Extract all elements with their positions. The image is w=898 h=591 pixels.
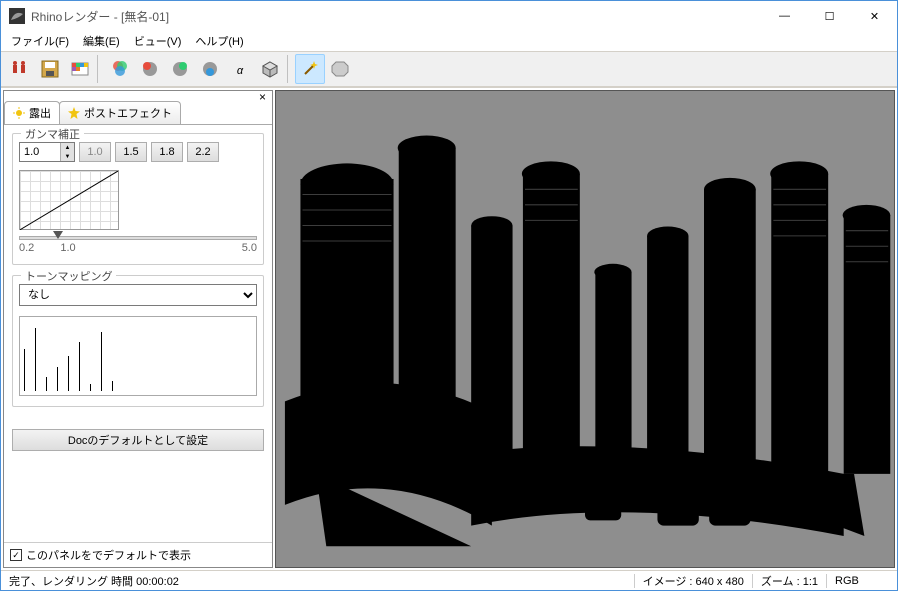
star-icon [68,107,80,119]
minimize-button[interactable]: — [762,1,807,31]
clone-icon[interactable] [5,54,35,84]
gamma-preset-2[interactable]: 1.5 [115,142,147,162]
gamma-legend: ガンマ補正 [21,126,84,142]
tab-posteffect-label: ポストエフェクト [84,105,172,121]
render-viewport[interactable] [275,90,895,568]
status-left: 完了、レンダリング 時間 00:00:02 [1,573,634,589]
save-icon[interactable] [35,54,65,84]
status-image-size: イメージ : 640 x 480 [635,573,752,589]
green-channel-icon[interactable] [165,54,195,84]
tab-exposure-label: 露出 [29,105,51,121]
slider-thumb-icon[interactable] [53,231,63,239]
panel-footer: ✓ このパネルをでデフォルトで表示 [4,542,272,567]
spin-down-icon[interactable]: ▼ [60,152,74,161]
side-panel: × 露出 ポストエフェクト ガンマ補正 ▲ ▼ [3,90,273,568]
toolbar: α [1,51,897,87]
footer-checkbox[interactable]: ✓ [10,549,22,561]
gamma-preset-3[interactable]: 1.8 [151,142,183,162]
menu-bar: ファイル(F) 編集(E) ビュー(V) ヘルプ(H) [1,31,897,51]
tonemap-select[interactable]: なし [19,284,257,306]
render-image [276,91,894,567]
status-bar: 完了、レンダリング 時間 00:00:02 イメージ : 640 x 480 ズ… [1,570,897,590]
save-default-button[interactable]: Docのデフォルトとして設定 [12,429,264,451]
alpha-icon[interactable]: α [225,54,255,84]
slider-min: 0.2 [19,242,34,254]
red-channel-icon[interactable] [135,54,165,84]
blue-channel-icon[interactable] [195,54,225,84]
close-button[interactable]: ✕ [852,1,897,31]
menu-view[interactable]: ビュー(V) [128,31,188,51]
svg-text:α: α [237,65,244,77]
tab-posteffect[interactable]: ポストエフェクト [59,101,181,124]
palette-icon[interactable] [65,54,95,84]
gamma-input[interactable] [20,143,60,161]
title-bar: Rhinoレンダー - [無名-01] — ☐ ✕ [1,1,897,31]
toolbar-separator [97,55,103,83]
rgb-icon[interactable] [105,54,135,84]
menu-edit[interactable]: 編集(E) [77,31,126,51]
gamma-curve [19,170,119,230]
app-icon [9,8,25,24]
window-title: Rhinoレンダー - [無名-01] [31,8,762,25]
tonemap-fieldset: トーンマッピング なし [12,275,264,407]
menu-help[interactable]: ヘルプ(H) [189,31,249,51]
maximize-button[interactable]: ☐ [807,1,852,31]
footer-checkbox-label: このパネルをでデフォルトで表示 [26,547,191,563]
spin-up-icon[interactable]: ▲ [60,143,74,152]
slider-mid: 1.0 [60,242,75,254]
gamma-spinner[interactable]: ▲ ▼ [19,142,75,162]
sun-icon [13,107,25,119]
status-mode: RGB [827,575,897,587]
gamma-preset-4[interactable]: 2.2 [187,142,219,162]
tonemap-legend: トーンマッピング [21,268,116,284]
stop-icon[interactable] [325,54,355,84]
slider-max: 5.0 [242,242,257,254]
panel-body: ガンマ補正 ▲ ▼ 1.0 1.5 1.8 2.2 [4,125,272,542]
main-area: × 露出 ポストエフェクト ガンマ補正 ▲ ▼ [1,87,897,570]
toolbar-separator [287,55,293,83]
panel-tabs: 露出 ポストエフェクト [4,101,272,125]
tab-exposure[interactable]: 露出 [4,101,60,124]
gamma-slider[interactable]: 0.2 1.0 5.0 [19,236,257,254]
cube-icon[interactable] [255,54,285,84]
wand-icon[interactable] [295,54,325,84]
status-zoom: ズーム : 1:1 [753,573,826,589]
gamma-fieldset: ガンマ補正 ▲ ▼ 1.0 1.5 1.8 2.2 [12,133,264,265]
gamma-preset-1[interactable]: 1.0 [79,142,111,162]
panel-close-button[interactable]: × [255,90,270,104]
menu-file[interactable]: ファイル(F) [5,31,75,51]
histogram [19,316,257,396]
